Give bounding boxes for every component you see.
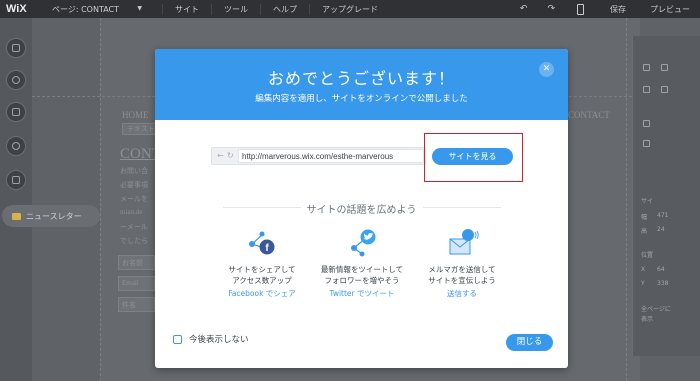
newsletter-send-link[interactable]: 送信する [402,288,522,299]
menu-tools[interactable]: ツール [211,3,260,15]
page-selector-label: ページ: CONTACT [52,4,120,14]
back-arrow-icon: ← [217,151,224,160]
canvas-field-email-label: Email [122,279,139,287]
copy-icon[interactable] [643,64,650,71]
panel-x-label: X [641,266,646,273]
panel-size-label: サイ [641,198,654,205]
pages-icon [12,44,20,52]
panel-x-value[interactable]: 64 [657,266,665,273]
panel-y-label: Y [641,280,645,287]
panel-all-pages-label: 全ページに [641,306,671,313]
close-icon[interactable]: ✕ [539,62,554,77]
canvas-textbox-label: テキスト [127,125,155,133]
canvas-guide-left [100,18,101,381]
canvas-field-subject-label: 件名 [122,301,136,309]
canvas-line-5: ーメール [120,223,148,231]
close-button[interactable]: 閉じる [506,334,553,351]
canvas-line-2: 必要事項 [120,181,148,189]
dialog-subtitle: 編集内容を適用し、サイトをオンラインで公開しました [255,94,468,104]
dont-show-again-label[interactable]: 今後表示しない [189,333,249,345]
panel-width-value[interactable]: 471 [657,212,668,219]
site-url-field[interactable]: http://marverous.wix.com/esthe-marverous [238,149,424,163]
newsletter-share-description: メルマガを送信して サイトを宣伝しよう [428,265,496,285]
canvas-nav-home: HOME [122,110,149,120]
menu-help[interactable]: ヘルプ [260,3,309,15]
highlight-annotation-box [424,133,523,182]
background-button[interactable] [6,102,26,122]
panel-height-value[interactable]: 24 [657,226,665,233]
menu-upgrade[interactable]: アップグレード [309,3,390,15]
preview-button[interactable]: プレビュー [640,4,700,15]
arrange-icon[interactable] [643,120,650,127]
wix-logo: WiX [6,3,27,15]
dont-show-again-checkbox[interactable] [173,335,182,344]
newsletter-label: ニュースレター [26,211,82,221]
save-button[interactable]: 保存 [596,4,640,15]
canvas-line-6: でしたら [120,237,148,245]
editor-tools: ↶ ↷ 保存 プレビュー [510,0,700,18]
editor-left-toolbar [0,18,32,381]
facebook-share-icon: f [242,226,282,258]
app-market-icon [12,176,20,184]
delete-icon[interactable] [661,86,668,93]
mobile-view-icon[interactable] [577,3,584,15]
align-icon[interactable] [643,140,650,147]
site-url-bar: ← ↻ http://marverous.wix.com/esthe-marve… [211,147,426,165]
chevron-down-icon: ▼ [137,4,142,12]
upload-button[interactable] [6,136,26,156]
app-market-button[interactable] [6,170,26,190]
editor-right-panel: サイ 幅 471 高 24 位置 X 64 Y 338 全ページに 表示 [632,36,700,356]
twitter-share-icon [342,226,382,258]
publish-success-dialog: おめでとうございます！ 編集内容を適用し、サイトをオンラインで公開しました ✕ … [155,49,568,368]
paste-icon[interactable] [661,64,668,71]
panel-y-value[interactable]: 338 [657,280,668,287]
dialog-title: おめでとうございます！ [267,69,455,88]
reload-icon: ↻ [227,151,234,160]
newsletter-share-icon [442,226,482,258]
canvas-line-4: mian.de [120,208,143,216]
pages-button[interactable] [6,38,26,58]
envelope-icon [12,212,21,220]
cloud-upload-icon [12,142,20,150]
panel-show-label: 表示 [641,316,654,323]
share-newsletter: メルマガを送信して サイトを宣伝しよう 送信する [402,226,522,299]
share-section-title: サイトの話題を広めよう [155,201,568,216]
editor-topbar: WiX ページ: CONTACT ▼ サイト ツール ヘルプ アップグレード ↶… [0,0,700,18]
dialog-header: おめでとうございます！ 編集内容を適用し、サイトをオンラインで公開しました ✕ [155,49,568,120]
add-button[interactable] [6,70,26,90]
canvas-guide-right [626,18,627,381]
editor-menu: サイト ツール ヘルプ アップグレード [162,3,390,15]
panel-height-label: 高 [641,228,648,235]
redo-icon[interactable]: ↷ [537,4,565,14]
canvas-field-name-label: お名前 [122,259,143,267]
newsletter-element[interactable]: ニュースレター [2,205,100,227]
panel-position-label: 位置 [641,252,654,259]
canvas-line-3: メールを [120,195,148,203]
undo-icon[interactable]: ↶ [510,4,538,14]
canvas-line-1: お問い合 [120,167,148,175]
plus-icon [12,76,20,84]
canvas-nav-contact: CONTACT [568,110,610,120]
background-icon [12,108,20,116]
menu-site[interactable]: サイト [162,3,211,15]
panel-width-label: 幅 [641,214,648,221]
share-section-title-text: サイトの話題を広めよう [300,205,423,216]
duplicate-icon[interactable] [643,86,650,93]
page-selector[interactable]: ページ: CONTACT ▼ [32,4,142,15]
